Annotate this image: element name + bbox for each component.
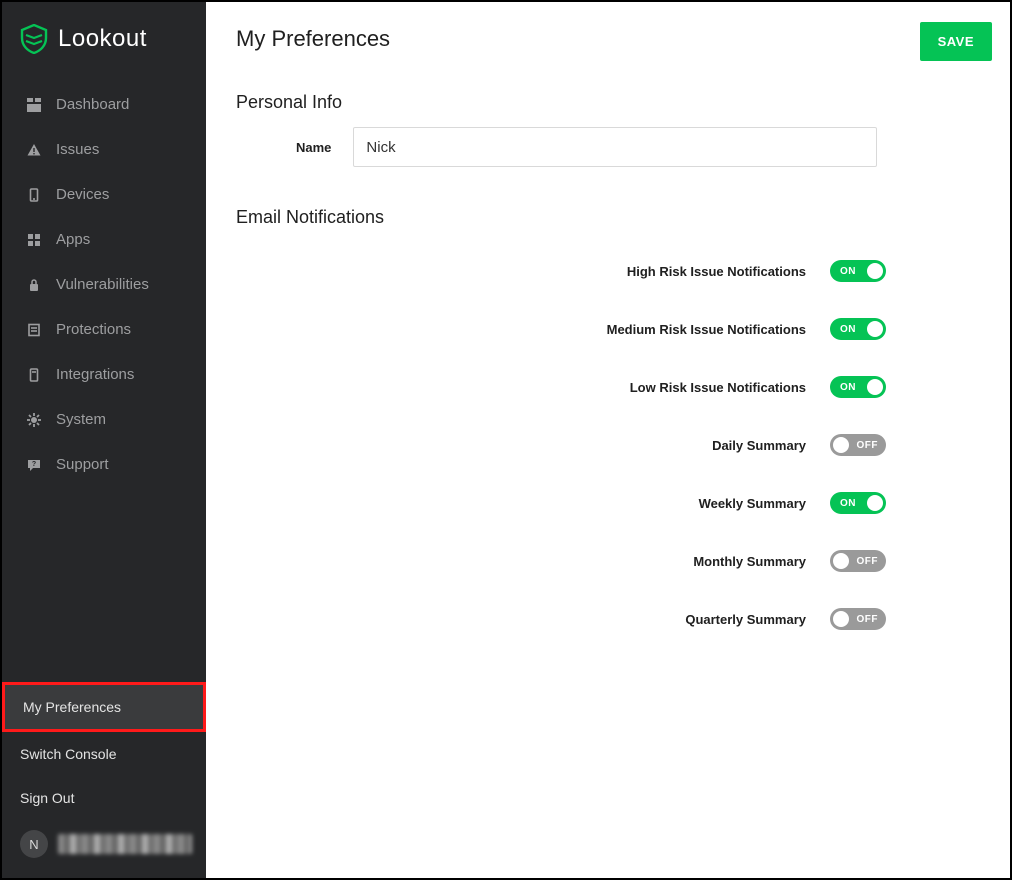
toggle-row: Weekly Summary ON <box>236 474 894 532</box>
section-title-email-notifications: Email Notifications <box>236 207 980 228</box>
name-label: Name <box>296 140 331 155</box>
toggle-list: High Risk Issue NotificationsONMedium Ri… <box>236 242 980 648</box>
toggle-label: Quarterly Summary <box>685 612 806 627</box>
toggle-switch[interactable]: ON <box>830 376 886 398</box>
sidebar-item-label: Apps <box>56 231 90 248</box>
toggle-row: Daily Summary OFF <box>236 416 894 474</box>
toggle-row: Quarterly Summary OFF <box>236 590 894 648</box>
sidebar-item-label: Protections <box>56 321 131 338</box>
toggle-label: Weekly Summary <box>699 496 806 511</box>
toggle-switch[interactable]: OFF <box>830 550 886 572</box>
user-strip[interactable]: N <box>2 820 206 878</box>
brand-name: Lookout <box>58 25 147 53</box>
lock-icon <box>26 278 42 292</box>
sidebar-item-devices[interactable]: Devices <box>2 172 206 217</box>
toggle-switch[interactable]: OFF <box>830 608 886 630</box>
save-button[interactable]: SAVE <box>920 22 992 61</box>
nav-bottom: My Preferences Switch Console Sign Out N <box>2 682 206 878</box>
toggle-switch[interactable]: ON <box>830 492 886 514</box>
sidebar-bottom-label: Switch Console <box>20 746 117 762</box>
sidebar-item-label: Dashboard <box>56 96 129 113</box>
support-icon: ? <box>26 458 42 472</box>
name-input[interactable] <box>353 127 877 167</box>
svg-text:?: ? <box>32 461 36 468</box>
sidebar-item-support[interactable]: ? Support <box>2 442 206 487</box>
lookout-logo-icon <box>20 24 48 54</box>
toggle-text: OFF <box>857 614 879 625</box>
toggle-switch[interactable]: ON <box>830 318 886 340</box>
integrations-icon <box>26 368 42 382</box>
sidebar-bottom-label: My Preferences <box>23 699 121 715</box>
toggle-text: OFF <box>857 556 879 567</box>
sidebar-item-label: Integrations <box>56 366 134 383</box>
sidebar-item-apps[interactable]: Apps <box>2 217 206 262</box>
toggle-knob <box>833 611 849 627</box>
nav-main: Dashboard Issues Devices Apps <box>2 78 206 487</box>
toggle-switch[interactable]: ON <box>830 260 886 282</box>
sidebar-item-label: System <box>56 411 106 428</box>
toggle-label: High Risk Issue Notifications <box>627 264 806 279</box>
sidebar-bottom-label: Sign Out <box>20 790 74 806</box>
user-name-redacted <box>58 834 192 854</box>
toggle-row: Medium Risk Issue Notifications ON <box>236 300 894 358</box>
toggle-text: ON <box>840 324 856 335</box>
toggle-row: Low Risk Issue Notifications ON <box>236 358 894 416</box>
name-field-row: Name <box>296 127 980 167</box>
sidebar-item-system[interactable]: System <box>2 397 206 442</box>
toggle-label: Daily Summary <box>712 438 806 453</box>
sidebar-item-vulnerabilities[interactable]: Vulnerabilities <box>2 262 206 307</box>
apps-icon <box>26 233 42 247</box>
sidebar-item-issues[interactable]: Issues <box>2 127 206 172</box>
section-title-personal-info: Personal Info <box>236 92 980 113</box>
toggle-knob <box>833 437 849 453</box>
toggle-text: OFF <box>857 440 879 451</box>
toggle-text: ON <box>840 382 856 393</box>
gear-icon <box>26 413 42 427</box>
toggle-label: Medium Risk Issue Notifications <box>607 322 806 337</box>
toggle-label: Low Risk Issue Notifications <box>630 380 806 395</box>
toggle-label: Monthly Summary <box>693 554 806 569</box>
toggle-knob <box>867 379 883 395</box>
section-email-notifications: Email Notifications High Risk Issue Noti… <box>236 207 980 648</box>
sidebar-item-protections[interactable]: Protections <box>2 307 206 352</box>
sidebar-item-label: Support <box>56 456 109 473</box>
toggle-text: ON <box>840 498 856 509</box>
device-icon <box>26 188 42 202</box>
sidebar-item-label: Issues <box>56 141 99 158</box>
list-icon <box>26 323 42 337</box>
page-title: My Preferences <box>236 26 980 52</box>
sidebar-item-my-preferences[interactable]: My Preferences <box>2 682 206 732</box>
brand: Lookout <box>2 2 206 78</box>
toggle-row: Monthly Summary OFF <box>236 532 894 590</box>
toggle-knob <box>867 495 883 511</box>
toggle-knob <box>833 553 849 569</box>
main-content: My Preferences SAVE Personal Info Name E… <box>206 2 1010 878</box>
warning-icon <box>26 143 42 157</box>
avatar: N <box>20 830 48 858</box>
sidebar-item-dashboard[interactable]: Dashboard <box>2 82 206 127</box>
sidebar-item-sign-out[interactable]: Sign Out <box>2 776 206 820</box>
toggle-row: High Risk Issue Notifications ON <box>236 242 894 300</box>
sidebar: Lookout Dashboard Issues Devices <box>2 2 206 878</box>
toggle-switch[interactable]: OFF <box>830 434 886 456</box>
sidebar-item-integrations[interactable]: Integrations <box>2 352 206 397</box>
dashboard-icon <box>26 98 42 112</box>
toggle-text: ON <box>840 266 856 277</box>
toggle-knob <box>867 263 883 279</box>
toggle-knob <box>867 321 883 337</box>
sidebar-item-label: Vulnerabilities <box>56 276 149 293</box>
section-personal-info: Personal Info Name <box>236 92 980 167</box>
sidebar-item-label: Devices <box>56 186 109 203</box>
sidebar-item-switch-console[interactable]: Switch Console <box>2 732 206 776</box>
